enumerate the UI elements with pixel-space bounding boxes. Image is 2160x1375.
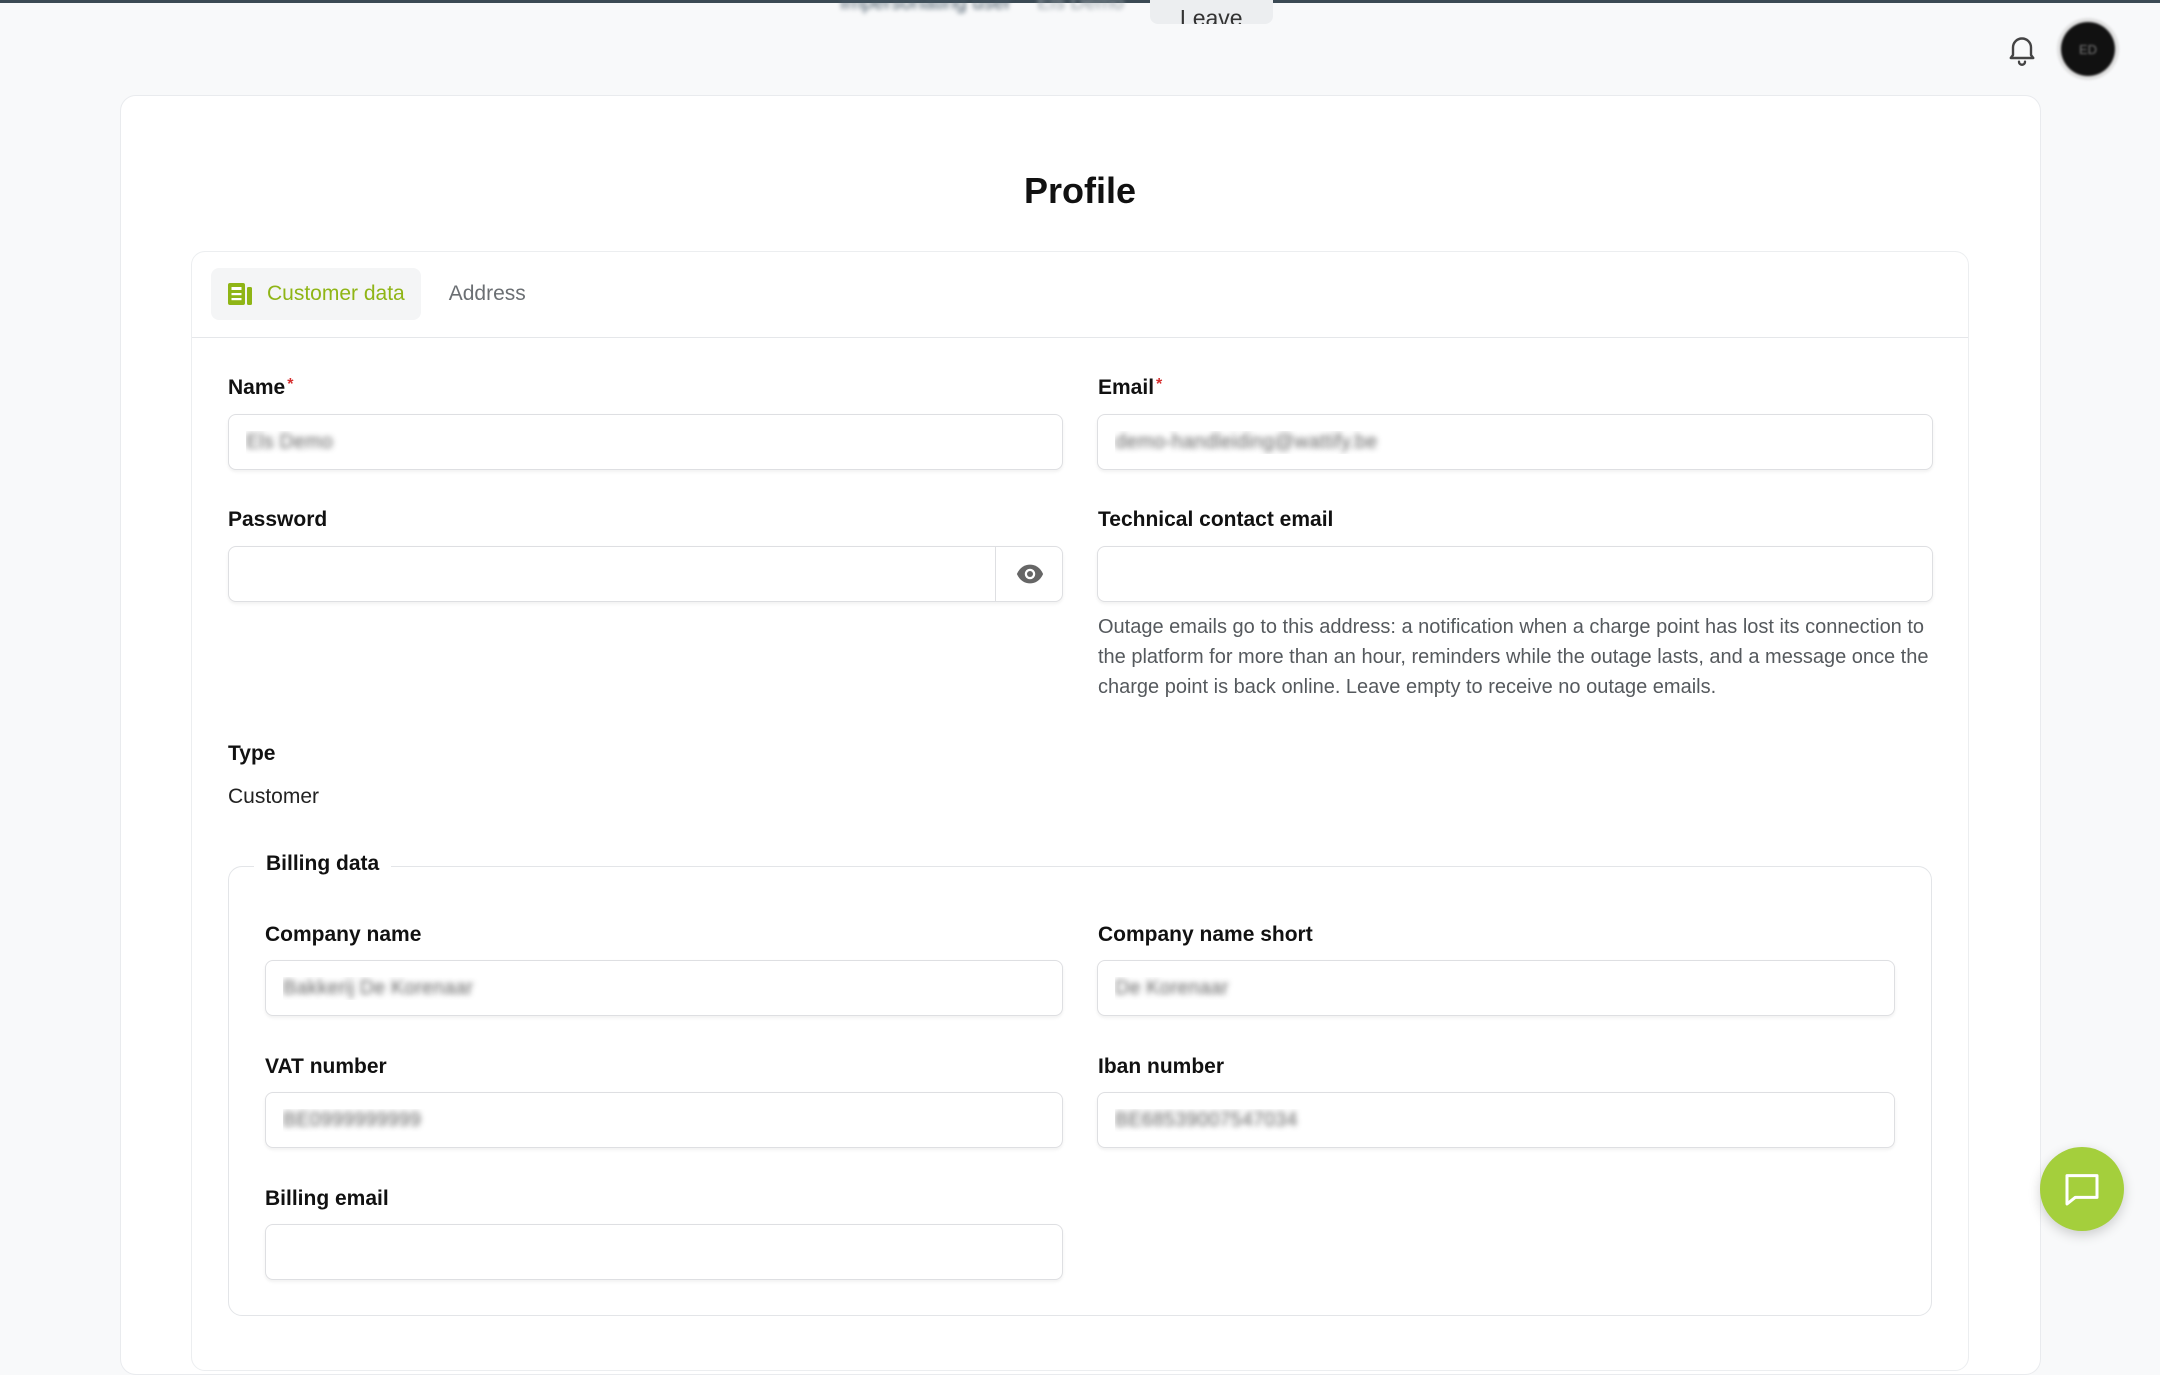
billing-email-label: Billing email bbox=[265, 1187, 389, 1210]
toggle-password-visibility-button[interactable] bbox=[995, 546, 1063, 602]
chat-icon bbox=[2065, 1174, 2099, 1206]
password-label: Password bbox=[228, 508, 328, 531]
company-name-input[interactable] bbox=[265, 960, 1063, 1016]
page-title: Profile bbox=[1023, 170, 1137, 211]
impersonation-bar: Impersonating user Els Demo Leave bbox=[840, 0, 1273, 24]
avatar[interactable]: ED bbox=[2061, 22, 2115, 76]
chat-button[interactable] bbox=[2040, 1147, 2124, 1231]
tab-label: Address bbox=[448, 282, 526, 305]
iban-input[interactable] bbox=[1097, 1092, 1895, 1148]
company-short-label: Company name short bbox=[1098, 923, 1313, 946]
iban-label: Iban number bbox=[1098, 1055, 1225, 1078]
tab-label: Customer data bbox=[267, 282, 405, 305]
name-label-text: Name bbox=[228, 376, 286, 399]
document-icon bbox=[228, 283, 252, 305]
technical-email-help: Outage emails go to this address: a noti… bbox=[1098, 616, 1929, 698]
name-input[interactable] bbox=[228, 414, 1063, 470]
tab-address[interactable]: Address bbox=[433, 268, 542, 320]
company-name-label: Company name bbox=[265, 923, 422, 946]
leave-impersonation-button[interactable]: Leave bbox=[1149, 0, 1273, 24]
vat-input[interactable] bbox=[265, 1092, 1063, 1148]
billing-legend: Billing data bbox=[254, 852, 392, 876]
technical-email-label: Technical contact email bbox=[1098, 508, 1334, 531]
company-short-input[interactable] bbox=[1097, 960, 1895, 1016]
type-value: Customer bbox=[228, 785, 320, 808]
tab-customer-data[interactable]: Customer data bbox=[211, 268, 421, 320]
impersonation-text: Impersonating user bbox=[840, 0, 1012, 14]
impersonation-user: Els Demo bbox=[1037, 0, 1124, 14]
vat-label: VAT number bbox=[265, 1055, 387, 1078]
required-mark: * bbox=[1156, 376, 1163, 393]
email-label-text: Email bbox=[1098, 376, 1155, 399]
email-label: Email * bbox=[1098, 376, 1162, 400]
name-label: Name * bbox=[228, 376, 293, 400]
type-label: Type bbox=[228, 742, 276, 765]
required-mark: * bbox=[287, 376, 294, 393]
password-input[interactable] bbox=[228, 546, 1063, 602]
email-input[interactable] bbox=[1097, 414, 1933, 470]
eye-icon bbox=[1016, 564, 1043, 584]
bell-icon[interactable] bbox=[2004, 30, 2040, 68]
billing-email-input[interactable] bbox=[265, 1224, 1063, 1280]
technical-email-input[interactable] bbox=[1097, 546, 1933, 602]
tab-bar: Customer data Address bbox=[192, 252, 1968, 338]
